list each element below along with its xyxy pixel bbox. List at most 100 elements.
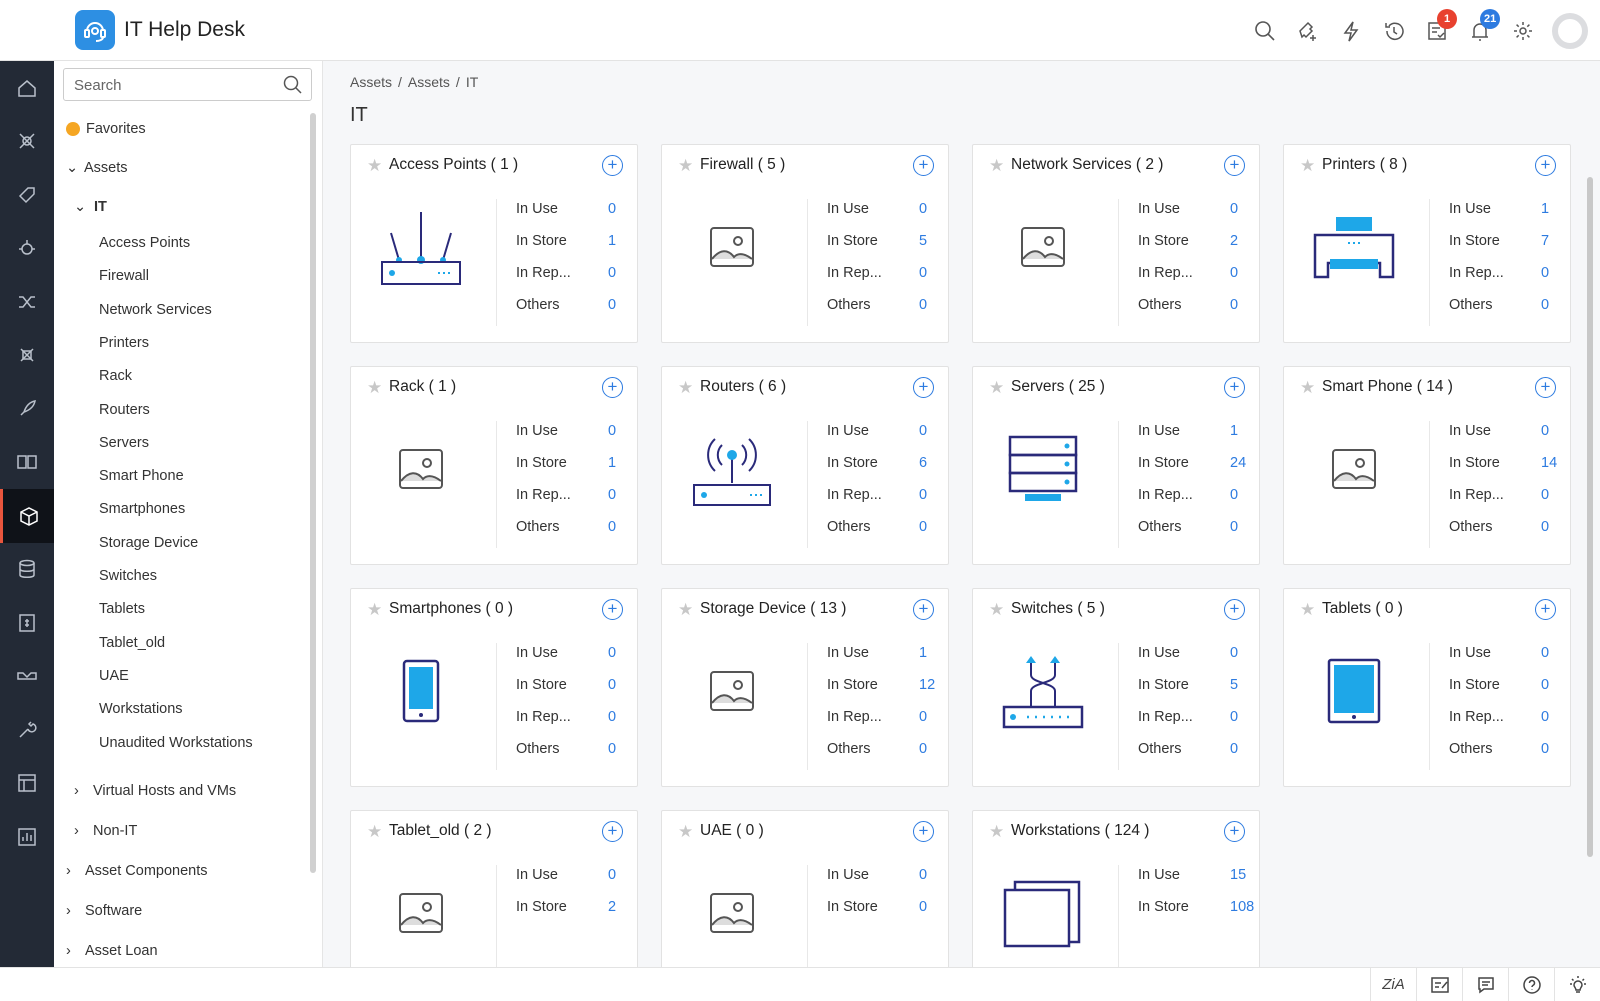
- help-icon[interactable]: [1508, 968, 1554, 1001]
- asset-card-smart-phone[interactable]: ★Smart Phone ( 14 )+In Use0In Store14In …: [1283, 366, 1571, 565]
- sidebar-it[interactable]: ⌄IT: [74, 199, 107, 215]
- lightning-icon[interactable]: [1329, 11, 1372, 51]
- stat-value[interactable]: 0: [1541, 709, 1571, 741]
- stat-value[interactable]: 6: [919, 455, 949, 487]
- stat-value[interactable]: 0: [1230, 297, 1260, 329]
- stat-value[interactable]: 0: [608, 645, 638, 677]
- add-asset-button[interactable]: +: [1535, 377, 1556, 398]
- card-title[interactable]: Switches ( 5 ): [1011, 600, 1105, 618]
- stat-value[interactable]: 0: [919, 519, 949, 551]
- card-title[interactable]: Tablet_old ( 2 ): [389, 822, 492, 840]
- sidebar-asset-loan[interactable]: ›Asset Loan: [66, 943, 158, 959]
- stat-value[interactable]: 1: [1541, 201, 1571, 233]
- add-asset-button[interactable]: +: [1535, 155, 1556, 176]
- stat-value[interactable]: 0: [1230, 201, 1260, 233]
- stat-value[interactable]: 0: [919, 867, 949, 899]
- card-title[interactable]: Access Points ( 1 ): [389, 156, 518, 174]
- card-title[interactable]: Smart Phone ( 14 ): [1322, 378, 1453, 396]
- sidebar-asset-components[interactable]: ›Asset Components: [66, 863, 208, 879]
- stat-value[interactable]: 0: [919, 741, 949, 773]
- handshake-icon[interactable]: [0, 650, 54, 704]
- sidebar-assets[interactable]: ⌄Assets: [66, 160, 128, 176]
- add-asset-button[interactable]: +: [913, 155, 934, 176]
- sidebar-item-servers[interactable]: Servers: [99, 435, 149, 451]
- stat-value[interactable]: 0: [608, 519, 638, 551]
- sidebar-item-rack[interactable]: Rack: [99, 368, 132, 384]
- stat-value[interactable]: 5: [1230, 677, 1260, 709]
- add-asset-button[interactable]: +: [602, 377, 623, 398]
- wrench-icon[interactable]: [0, 703, 54, 757]
- asset-card-storage-device[interactable]: ★Storage Device ( 13 )+In Use1In Store12…: [661, 588, 949, 787]
- stat-value[interactable]: 0: [919, 201, 949, 233]
- stat-value[interactable]: 0: [1541, 677, 1571, 709]
- favorite-star-icon[interactable]: ★: [678, 378, 693, 398]
- sidebar-scrollbar[interactable]: [310, 113, 316, 873]
- add-asset-button[interactable]: +: [602, 821, 623, 842]
- reports-icon[interactable]: [0, 810, 54, 864]
- stat-value[interactable]: 0: [919, 297, 949, 329]
- favorite-star-icon[interactable]: ★: [367, 378, 382, 398]
- stat-value[interactable]: 7: [1541, 233, 1571, 265]
- card-title[interactable]: Network Services ( 2 ): [1011, 156, 1163, 174]
- stat-value[interactable]: 0: [1230, 709, 1260, 741]
- stat-value[interactable]: 0: [919, 487, 949, 519]
- stat-value[interactable]: 0: [608, 297, 638, 329]
- asset-card-uae[interactable]: ★UAE ( 0 )+In Use0In Store0: [661, 810, 949, 967]
- card-title[interactable]: UAE ( 0 ): [700, 822, 764, 840]
- asset-card-access-points[interactable]: ★Access Points ( 1 )+In Use0In Store1In …: [350, 144, 638, 343]
- stat-value[interactable]: 14: [1541, 455, 1571, 487]
- stat-value[interactable]: 0: [1230, 487, 1260, 519]
- search-input[interactable]: Search: [63, 68, 312, 101]
- favorite-star-icon[interactable]: ★: [1300, 600, 1315, 620]
- asset-card-switches[interactable]: ★Switches ( 5 )+In Use0In Store5In Rep..…: [972, 588, 1260, 787]
- book-icon[interactable]: [0, 436, 54, 490]
- stat-value[interactable]: 1: [919, 645, 949, 677]
- stat-value[interactable]: 0: [1230, 265, 1260, 297]
- stat-value[interactable]: 0: [919, 423, 949, 455]
- asset-card-tablet-old[interactable]: ★Tablet_old ( 2 )+In Use0In Store2: [350, 810, 638, 967]
- history-icon[interactable]: [1372, 11, 1415, 51]
- stat-value[interactable]: 0: [1541, 519, 1571, 551]
- sidebar-non-it[interactable]: ›Non-IT: [74, 823, 137, 839]
- add-asset-button[interactable]: +: [913, 599, 934, 620]
- card-title[interactable]: Storage Device ( 13 ): [700, 600, 846, 618]
- stat-value[interactable]: 0: [608, 423, 638, 455]
- database-icon[interactable]: [0, 543, 54, 597]
- card-title[interactable]: Servers ( 25 ): [1011, 378, 1105, 396]
- zia-icon[interactable]: ZiA: [1370, 968, 1416, 1001]
- avatar[interactable]: [1552, 13, 1588, 49]
- favorite-star-icon[interactable]: ★: [989, 600, 1004, 620]
- stat-value[interactable]: 108: [1230, 899, 1260, 931]
- stat-value[interactable]: 24: [1230, 455, 1260, 487]
- stat-value[interactable]: 1: [608, 455, 638, 487]
- stat-value[interactable]: 0: [608, 677, 638, 709]
- stat-value[interactable]: 12: [919, 677, 949, 709]
- home-icon[interactable]: [0, 61, 54, 115]
- favorite-star-icon[interactable]: ★: [989, 378, 1004, 398]
- stat-value[interactable]: 0: [608, 265, 638, 297]
- lightbulb-icon[interactable]: [1554, 968, 1600, 1001]
- stat-value[interactable]: 5: [919, 233, 949, 265]
- tag-icon[interactable]: [0, 168, 54, 222]
- sidebar-item-printers[interactable]: Printers: [99, 335, 149, 351]
- stat-value[interactable]: 0: [608, 867, 638, 899]
- notifications-icon[interactable]: 21: [1458, 11, 1501, 51]
- favorite-star-icon[interactable]: ★: [989, 822, 1004, 842]
- stat-value[interactable]: 1: [1230, 423, 1260, 455]
- sidebar-item-smartphones[interactable]: Smartphones: [99, 501, 185, 517]
- sidebar-item-firewall[interactable]: Firewall: [99, 268, 149, 284]
- notes-icon[interactable]: [1416, 968, 1462, 1001]
- card-title[interactable]: Firewall ( 5 ): [700, 156, 785, 174]
- asset-card-workstations[interactable]: ★Workstations ( 124 )+In Use15In Store10…: [972, 810, 1260, 967]
- asset-card-servers[interactable]: ★Servers ( 25 )+In Use1In Store24In Rep.…: [972, 366, 1260, 565]
- layout-icon[interactable]: [0, 757, 54, 811]
- asset-card-smartphones[interactable]: ★Smartphones ( 0 )+In Use0In Store0In Re…: [350, 588, 638, 787]
- asset-card-routers[interactable]: ★Routers ( 6 )+In Use0In Store6In Rep...…: [661, 366, 949, 565]
- chat-icon[interactable]: [1462, 968, 1508, 1001]
- add-asset-button[interactable]: +: [1224, 377, 1245, 398]
- problems-icon[interactable]: [0, 115, 54, 169]
- sidebar-item-storage-device[interactable]: Storage Device: [99, 535, 198, 551]
- sidebar-item-uae[interactable]: UAE: [99, 668, 129, 684]
- sidebar-favorites[interactable]: Favorites: [66, 121, 146, 137]
- stat-value[interactable]: 0: [1230, 741, 1260, 773]
